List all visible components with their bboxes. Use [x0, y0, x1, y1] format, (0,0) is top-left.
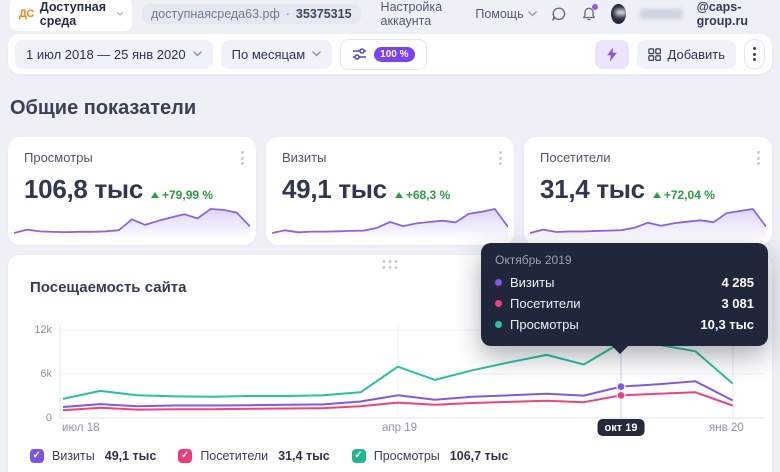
dot-separator: ·: [286, 7, 290, 21]
legend-label: Просмотры: [374, 449, 440, 463]
tooltip-row-views: Просмотры 10,3 тыс: [495, 314, 754, 335]
account-settings-link[interactable]: Настройка аккаунта: [381, 0, 466, 28]
tooltip-value: 4 285: [721, 275, 754, 290]
topbar-icons: @caps-group.ru: [551, 0, 770, 28]
add-widget-button[interactable]: Добавить: [637, 40, 736, 69]
sliders-icon: [352, 47, 367, 61]
tooltip-value: 3 081: [721, 296, 754, 311]
card-menu-icon[interactable]: [499, 151, 502, 165]
checkbox-checked-icon[interactable]: [178, 449, 192, 463]
chat-icon[interactable]: [551, 5, 567, 23]
sparkline-chart: [272, 204, 508, 240]
card-menu-icon[interactable]: [241, 151, 244, 165]
tooltip-label: Посетители: [510, 296, 581, 311]
help-label: Помощь: [475, 7, 523, 21]
help-menu[interactable]: Помощь: [475, 7, 536, 21]
series-dot-icon: [495, 300, 502, 307]
counter-meta[interactable]: доступнаясреда63.рф · 35375315: [142, 4, 361, 24]
sampling-button[interactable]: 100 %: [340, 39, 426, 70]
tooltip-label: Просмотры: [510, 317, 579, 332]
avatar[interactable]: [611, 4, 626, 24]
card-delta: +68,3 %: [395, 188, 450, 202]
legend-item-visitors[interactable]: Посетители 31,4 тыс: [178, 449, 329, 463]
tooltip-value: 10,3 тыс: [700, 317, 754, 332]
y-tick: 12k: [8, 324, 52, 336]
metric-card-views[interactable]: Просмотры 106,8 тыс +79,99 %: [8, 137, 256, 245]
x-tick-hovered: окт 19: [598, 419, 645, 436]
counter-name: Доступная среда: [40, 0, 111, 28]
delta-up-icon: [395, 192, 403, 198]
chevron-down-icon: [193, 51, 202, 57]
lightning-icon: [606, 47, 618, 62]
chart-tooltip: Октябрь 2019 Визиты 4 285 Посетители 3 0…: [481, 243, 768, 346]
tooltip-title: Октябрь 2019: [495, 253, 754, 267]
user-email-domain: @caps-group.ru: [697, 0, 770, 28]
delta-up-icon: [653, 192, 661, 198]
y-tick: 6k: [8, 368, 52, 380]
card-title: Посетители: [540, 150, 756, 165]
series-dot-icon: [495, 321, 502, 328]
counter-id: 35375315: [296, 7, 352, 21]
x-tick: янв 20: [709, 422, 744, 434]
card-value: 106,8 тыс: [24, 174, 143, 205]
quick-actions-button[interactable]: [595, 40, 629, 69]
notification-dot: [592, 4, 598, 10]
filter-toolbar: 1 июл 2018 — 25 янв 2020 По месяцам 100 …: [8, 34, 772, 74]
x-tick: апр 19: [382, 422, 417, 434]
sparkline-chart: [14, 204, 250, 240]
grouping-button[interactable]: По месяцам: [221, 40, 333, 69]
legend-value: 106,7 тыс: [450, 449, 509, 463]
chevron-down-icon: [312, 51, 321, 57]
page-title: Общие показатели: [10, 97, 780, 120]
metric-card-visits[interactable]: Визиты 49,1 тыс +68,3 %: [266, 137, 514, 245]
tooltip-row-visitors: Посетители 3 081: [495, 293, 754, 314]
widgets-grid-icon: [648, 48, 661, 61]
checkbox-checked-icon[interactable]: [352, 449, 366, 463]
tooltip-caret: [611, 345, 629, 354]
checkbox-checked-icon[interactable]: [30, 449, 44, 463]
card-title: Просмотры: [24, 150, 240, 165]
legend-value: 49,1 тыс: [105, 449, 157, 463]
bell-icon[interactable]: [581, 5, 597, 23]
card-title: Визиты: [282, 150, 498, 165]
card-menu-icon[interactable]: [757, 151, 760, 165]
counter-domain: доступнаясреда63.рф: [151, 7, 280, 21]
metric-card-visitors[interactable]: Посетители 31,4 тыс +72,04 %: [524, 137, 772, 245]
legend-label: Посетители: [200, 449, 268, 463]
kebab-icon: [753, 47, 756, 61]
card-value: 49,1 тыс: [282, 174, 387, 205]
user-name-redacted: [640, 9, 683, 19]
add-widget-label: Добавить: [668, 47, 725, 62]
legend-item-visits[interactable]: Визиты 49,1 тыс: [30, 449, 156, 463]
chart-legend: Визиты 49,1 тыс Посетители 31,4 тыс Прос…: [30, 449, 508, 463]
grouping-label: По месяцам: [232, 47, 306, 62]
chevron-down-icon: [528, 11, 537, 17]
metric-cards-row: Просмотры 106,8 тыс +79,99 % Визиты 49,1…: [8, 137, 772, 245]
legend-value: 31,4 тыс: [278, 449, 330, 463]
counter-selector[interactable]: ДС Доступная среда: [10, 0, 132, 31]
card-value: 31,4 тыс: [540, 174, 645, 205]
delta-up-icon: [151, 192, 159, 198]
x-tick: июл 18: [62, 422, 100, 434]
filter-group-right: Добавить: [595, 39, 765, 69]
card-delta: +79,99 %: [151, 188, 213, 202]
tooltip-label: Визиты: [510, 275, 554, 290]
filter-group-left: 1 июл 2018 — 25 янв 2020 По месяцам 100 …: [15, 39, 427, 70]
tooltip-row-visits: Визиты 4 285: [495, 272, 754, 293]
legend-label: Визиты: [52, 449, 95, 463]
date-range-button[interactable]: 1 июл 2018 — 25 янв 2020: [15, 40, 213, 69]
toolbar-more-button[interactable]: [744, 39, 765, 69]
sampling-badge: 100 %: [374, 47, 414, 62]
sparkline-chart: [530, 204, 766, 240]
date-range-label: 1 июл 2018 — 25 янв 2020: [26, 47, 186, 62]
card-delta: +72,04 %: [653, 188, 715, 202]
series-dot-icon: [495, 279, 502, 286]
chevron-down-icon: [117, 11, 123, 17]
legend-item-views[interactable]: Просмотры 106,7 тыс: [352, 449, 509, 463]
counter-logo: ДС: [19, 8, 34, 20]
y-tick: 0: [8, 412, 52, 424]
topbar: ДС Доступная среда доступнаясреда63.рф ·…: [0, 0, 780, 28]
